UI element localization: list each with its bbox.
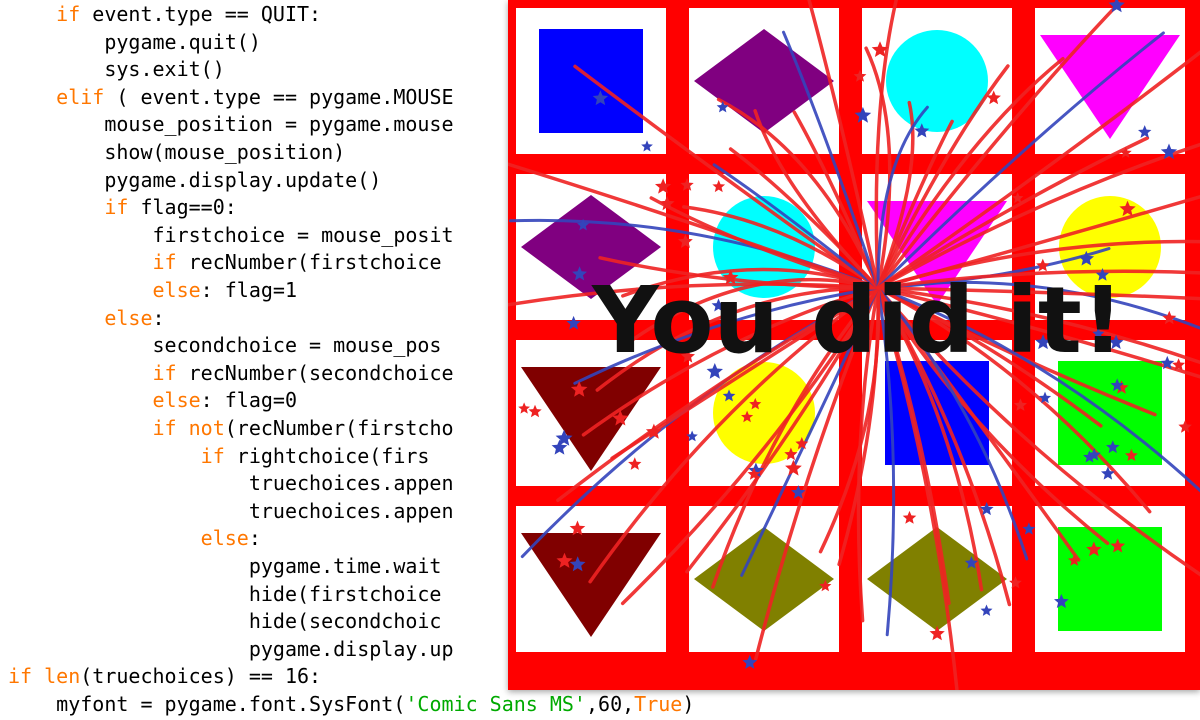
code-keyword: len xyxy=(44,664,81,689)
code-text: pygame.quit() xyxy=(8,29,261,54)
code-keyword: else xyxy=(200,526,249,551)
code-line[interactable]: truechoices.appen xyxy=(8,498,454,525)
code-line[interactable]: else: flag=1 xyxy=(8,277,298,304)
code-text: flag==0: xyxy=(128,195,237,220)
code-keyword: if xyxy=(152,360,177,385)
code-line[interactable]: show(mouse_position) xyxy=(8,139,345,166)
code-text: pygame.display.update() xyxy=(8,167,382,192)
code-line[interactable]: myfont = pygame.font.SysFont('Comic Sans… xyxy=(8,691,694,718)
code-line[interactable]: if recNumber(secondchoice xyxy=(8,360,454,387)
code-keyword: elif xyxy=(56,84,105,109)
code-line[interactable]: if not(recNumber(firstcho xyxy=(8,415,454,442)
code-line[interactable]: hide(secondchoic xyxy=(8,608,442,635)
code-text: rightchoice(firs xyxy=(224,443,430,468)
code-line[interactable]: secondchoice = mouse_pos xyxy=(8,332,441,359)
code-text: hide(secondchoic xyxy=(8,609,442,634)
code-text: secondchoice = mouse_pos xyxy=(8,333,442,358)
code-text: pygame.time.wait xyxy=(8,554,442,578)
game-board[interactable]: You did it! xyxy=(508,0,1200,690)
code-line[interactable]: hide(firstchoice xyxy=(8,581,442,608)
code-line[interactable]: pygame.display.up xyxy=(8,636,454,663)
square-shape xyxy=(1058,527,1162,631)
code-line[interactable]: pygame.quit() xyxy=(8,29,261,56)
code-text: pygame.display.up xyxy=(8,636,454,661)
code-text: show(mouse_position) xyxy=(8,140,346,164)
code-line[interactable]: if flag==0: xyxy=(8,194,237,221)
code-text: recNumber(secondchoice xyxy=(176,360,454,385)
code-keyword: if xyxy=(200,443,225,468)
code-line[interactable]: sys.exit() xyxy=(8,56,225,83)
code-keyword: if xyxy=(56,2,81,26)
code-keyword: True xyxy=(634,692,683,716)
code-line[interactable]: pygame.time.wait xyxy=(8,553,442,580)
code-keyword: if xyxy=(152,250,177,275)
code-text: firstchoice = mouse_posit xyxy=(8,222,454,247)
code-keyword: if xyxy=(8,664,33,689)
code-line[interactable]: if len(truechoices) == 16: xyxy=(8,663,321,690)
code-text: : xyxy=(248,526,261,551)
code-line[interactable]: if recNumber(firstchoice xyxy=(8,249,442,276)
code-line[interactable]: elif ( event.type == pygame.MOUSE xyxy=(8,84,454,111)
code-text: ) xyxy=(682,692,695,716)
code-text: hide(firstchoice xyxy=(8,581,442,606)
code-text: recNumber(firstchoice xyxy=(176,250,442,275)
code-line[interactable]: pygame.display.update() xyxy=(8,167,381,194)
code-keyword: else xyxy=(152,278,201,302)
code-keyword: else xyxy=(104,305,153,330)
code-line[interactable]: firstchoice = mouse_posit xyxy=(8,222,454,249)
code-text: (recNumber(firstcho xyxy=(224,416,454,440)
code-text: myfont = pygame.font.SysFont( xyxy=(8,692,406,716)
code-text: event.type == QUIT: xyxy=(80,2,322,26)
code-text: (truechoices) == 16: xyxy=(80,664,322,689)
code-text: : flag=1 xyxy=(200,278,297,302)
code-string: 'Comic Sans MS' xyxy=(405,692,586,716)
game-window[interactable]: You did it! xyxy=(508,0,1200,690)
code-line[interactable]: if rightchoice(firs xyxy=(8,443,430,470)
square-shape xyxy=(539,29,643,133)
code-text: ,60, xyxy=(585,692,635,716)
code-text: mouse_position = pygame.mouse xyxy=(8,112,454,137)
code-keyword: if not xyxy=(152,416,225,440)
code-text: truechoices.appen xyxy=(8,471,454,496)
code-line[interactable]: if event.type == QUIT: xyxy=(8,1,321,28)
code-line[interactable]: else: xyxy=(8,525,261,552)
win-message: You did it! xyxy=(591,267,1124,374)
code-keyword: else xyxy=(152,388,201,413)
code-line[interactable]: mouse_position = pygame.mouse xyxy=(8,111,454,138)
code-text: : flag=0 xyxy=(200,388,297,413)
code-line[interactable]: else: flag=0 xyxy=(8,387,298,414)
code-line[interactable]: else: xyxy=(8,305,165,332)
code-text: : xyxy=(152,305,165,330)
code-text: ( event.type == pygame.MOUSE xyxy=(104,84,454,109)
code-keyword: if xyxy=(104,195,129,220)
code-text: sys.exit() xyxy=(8,57,225,82)
code-line[interactable]: truechoices.appen xyxy=(8,470,454,497)
code-text: truechoices.appen xyxy=(8,498,454,523)
